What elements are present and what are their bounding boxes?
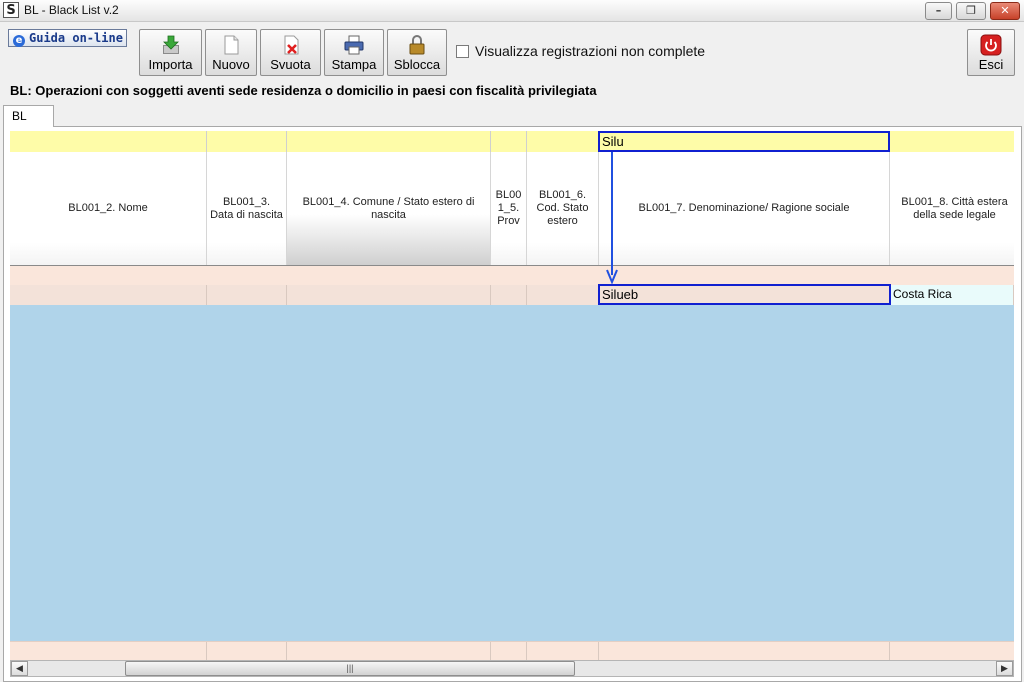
app-icon: S bbox=[3, 2, 19, 18]
table-cell[interactable] bbox=[10, 285, 207, 305]
table-cell[interactable] bbox=[491, 285, 527, 305]
table-cell bbox=[491, 642, 527, 661]
title-bar bbox=[0, 0, 1024, 22]
scroll-left-icon[interactable]: ◀ bbox=[11, 661, 28, 676]
table-row bbox=[10, 266, 1014, 286]
delete-document-icon bbox=[284, 35, 298, 55]
column-header-comune-nascita[interactable]: BL001_4. Comune / Stato estero di nascit… bbox=[287, 152, 491, 265]
horizontal-scrollbar[interactable]: ◀ ||| ▶ bbox=[10, 660, 1014, 677]
guida-online-button[interactable]: e Guida on-line bbox=[8, 29, 127, 47]
filter-cell[interactable] bbox=[287, 131, 491, 152]
svuota-button[interactable]: Svuota bbox=[260, 29, 321, 76]
table-cell[interactable] bbox=[287, 285, 491, 305]
filter-cell[interactable] bbox=[491, 131, 527, 152]
column-header-cod-stato[interactable]: BL001_6. Cod. Stato estero bbox=[527, 152, 599, 265]
restore-button[interactable]: ❐ bbox=[956, 2, 986, 20]
importa-label: Importa bbox=[148, 57, 193, 72]
power-icon bbox=[980, 34, 1002, 56]
filter-cell[interactable] bbox=[527, 131, 599, 152]
sblocca-button[interactable]: Sblocca bbox=[387, 29, 447, 76]
filter-cell[interactable] bbox=[10, 131, 207, 152]
stampa-label: Stampa bbox=[331, 57, 377, 72]
page-subtitle: BL: Operazioni con soggetti aventi sede … bbox=[10, 83, 597, 98]
non-complete-checkbox[interactable] bbox=[456, 45, 469, 58]
table-cell bbox=[10, 642, 207, 661]
nuovo-label: Nuovo bbox=[212, 57, 250, 72]
nuovo-button[interactable]: Nuovo bbox=[205, 29, 257, 76]
filter-input-denominazione[interactable]: Silu bbox=[598, 131, 890, 152]
esci-label: Esci bbox=[978, 57, 1004, 72]
esci-button[interactable]: Esci bbox=[967, 29, 1015, 76]
minimize-button[interactable]: – bbox=[925, 2, 952, 20]
column-header-citta-estera[interactable]: BL001_8. Città estera della sede legale bbox=[890, 152, 1014, 265]
table-row bbox=[10, 641, 1014, 661]
column-header-nome[interactable]: BL001_2. Nome bbox=[10, 152, 207, 265]
window-title: BL - Black List v.2 bbox=[24, 3, 119, 17]
scroll-right-icon[interactable]: ▶ bbox=[996, 661, 1013, 676]
table-cell bbox=[599, 642, 890, 661]
column-headers: BL001_2. Nome BL001_3. Data di nascita B… bbox=[10, 152, 1014, 267]
new-document-icon bbox=[224, 35, 239, 55]
scroll-thumb[interactable]: ||| bbox=[125, 661, 575, 676]
table-cell[interactable] bbox=[527, 285, 599, 305]
import-icon bbox=[162, 35, 179, 54]
table-cell bbox=[287, 642, 491, 661]
non-complete-checkbox-label: Visualizza registrazioni non complete bbox=[475, 43, 706, 59]
citta-cell[interactable]: Costa Rica bbox=[890, 285, 1014, 305]
data-grid: BL001_2. Nome BL001_3. Data di nascita B… bbox=[10, 131, 1014, 661]
column-header-denominazione[interactable]: BL001_7. Denominazione/ Ragione sociale bbox=[599, 152, 890, 265]
guida-online-label: Guida on-line bbox=[29, 31, 123, 45]
table-cell bbox=[527, 642, 599, 661]
table-cell bbox=[207, 642, 287, 661]
printer-icon bbox=[344, 35, 364, 55]
importa-button[interactable]: Importa bbox=[139, 29, 202, 76]
tab-bl[interactable]: BL bbox=[3, 105, 54, 127]
filter-cell[interactable] bbox=[207, 131, 287, 152]
denominazione-cell[interactable]: Silueb bbox=[598, 284, 891, 305]
svuota-label: Svuota bbox=[270, 57, 311, 72]
padlock-icon bbox=[409, 35, 425, 55]
sblocca-label: Sblocca bbox=[393, 57, 441, 72]
close-button[interactable]: ✕ bbox=[990, 2, 1020, 20]
arrow-annotation-icon bbox=[606, 152, 618, 285]
stampa-button[interactable]: Stampa bbox=[324, 29, 384, 76]
column-header-prov[interactable]: BL00 1_5. Prov bbox=[491, 152, 527, 265]
internet-explorer-icon: e bbox=[13, 35, 25, 47]
table-cell[interactable] bbox=[207, 285, 287, 305]
column-header-data-nascita[interactable]: BL001_3. Data di nascita bbox=[207, 152, 287, 265]
